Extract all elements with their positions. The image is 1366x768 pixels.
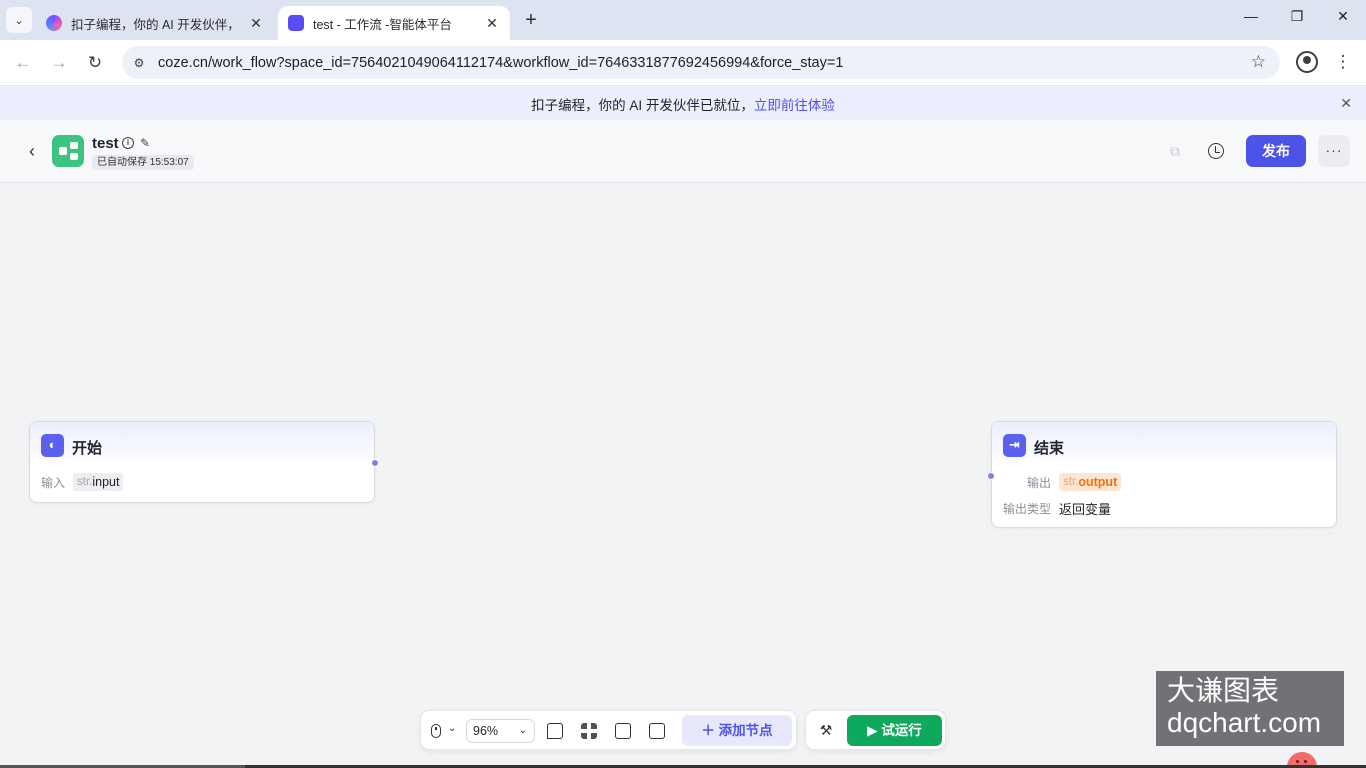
plus-icon: ＋ [701, 723, 719, 738]
image-icon[interactable] [615, 723, 631, 739]
profile-icon[interactable] [1296, 51, 1318, 73]
end-node-input-port[interactable] [987, 472, 995, 480]
end-node-title: 结束 [1034, 440, 1065, 457]
banner-link[interactable]: 立即前往体验 [754, 94, 835, 114]
start-node-title: 开始 [72, 440, 103, 457]
browser-menu-icon[interactable]: ⋮ [1334, 50, 1352, 74]
workflow-header: ‹ test i ✎ 已自动保存 15:53:07 ⧉ 发布 ··· [0, 120, 1366, 183]
tab-close-icon[interactable]: ✕ [248, 15, 264, 32]
start-node-icon: ◐ [41, 434, 64, 457]
browser-tab-workflow[interactable]: test - 工作流 -智能体平台 ✕ [278, 6, 510, 40]
forward-arrow-icon[interactable]: → [47, 51, 71, 75]
end-node[interactable]: ⇥ 结束 输出 str. output 输出类型 返回变量 [987, 421, 1337, 528]
more-options-button[interactable]: ··· [1318, 135, 1350, 167]
run-toolbar: ⚒ ▶ 试运行 [805, 710, 946, 750]
param-name: input [92, 475, 120, 489]
start-node-header: ◐ 开始 [30, 422, 374, 466]
back-arrow-icon[interactable]: ← [11, 51, 35, 75]
end-node-header: ⇥ 结束 [992, 422, 1336, 466]
minimize-button[interactable]: — [1236, 8, 1266, 24]
window-close-button[interactable]: ✕ [1328, 8, 1358, 25]
param-type: str. [77, 476, 93, 488]
address-bar[interactable]: ⚙ coze.cn/work_flow?space_id=75640210490… [122, 46, 1280, 79]
test-run-label: 试运行 [881, 723, 922, 738]
input-param-tag: str. input [73, 473, 124, 491]
banner-close-icon[interactable]: ✕ [1340, 95, 1352, 112]
tab-search-chevron-icon[interactable]: ⌄ [6, 7, 32, 33]
output-type-value: 返回变量 [1059, 502, 1112, 517]
edit-icon[interactable]: ✎ [140, 136, 150, 150]
play-icon: ▶ [867, 723, 882, 738]
end-node-icon: ⇥ [1003, 434, 1026, 457]
start-node-output-port[interactable] [371, 459, 379, 467]
start-node-input-row: 输入 str. input [41, 473, 124, 491]
tab-title: test - 工作流 -智能体平台 [313, 17, 452, 32]
watermark-line1: 大谦图表 [1167, 675, 1280, 706]
autosave-status: 已自动保存 15:53:07 [92, 155, 194, 170]
end-node-output-type-row: 输出类型 返回变量 [1003, 499, 1111, 518]
url-text[interactable]: coze.cn/work_flow?space_id=7564021049064… [158, 55, 843, 71]
new-tab-button[interactable]: + [520, 9, 542, 31]
copy-icon[interactable]: ⧉ [1166, 142, 1184, 160]
mouse-mode-icon[interactable] [431, 724, 441, 738]
bookmark-star-icon[interactable]: ☆ [1251, 52, 1266, 72]
watermark-line2: dqchart.com [1167, 707, 1322, 738]
workflow-favicon-icon [288, 15, 304, 31]
chevron-down-icon[interactable]: ⌄ [448, 723, 456, 734]
output-label: 输出 [1027, 475, 1052, 490]
banner-text: 扣子编程，你的 AI 开发伙伴已就位， [531, 97, 754, 113]
param-type: str. [1063, 476, 1079, 488]
browser-tabstrip: ⌄ 扣子编程，你的 AI 开发伙伴， ✕ test - 工作流 -智能体平台 ✕… [0, 0, 1366, 40]
minimap-icon[interactable] [649, 723, 665, 739]
publish-button[interactable]: 发布 [1246, 135, 1306, 167]
wrench-icon[interactable]: ⚒ [818, 722, 834, 738]
canvas-toolbar: ⌄ 96% ⌄ ＋ 添加节点 [420, 710, 797, 750]
chevron-down-icon: ⌄ [518, 725, 527, 736]
tab-close-icon[interactable]: ✕ [484, 15, 500, 32]
watermark: 大谦图表 dqchart.com [1156, 671, 1344, 746]
tab-title: 扣子编程，你的 AI 开发伙伴， [71, 17, 240, 32]
workflow-icon [52, 135, 84, 167]
coze-favicon-icon [46, 15, 62, 31]
auto-layout-icon[interactable] [581, 723, 597, 739]
reload-icon[interactable]: ↻ [83, 51, 107, 75]
zoom-value: 96% [473, 724, 499, 738]
test-run-button[interactable]: ▶ 试运行 [847, 715, 942, 746]
browser-toolbar: ← → ↻ ⚙ coze.cn/work_flow?space_id=75640… [0, 40, 1366, 86]
back-chevron-icon[interactable]: ‹ [22, 140, 42, 162]
history-icon[interactable] [1208, 143, 1224, 159]
output-param-tag: str. output [1059, 473, 1122, 491]
zoom-select[interactable]: 96% ⌄ [466, 719, 535, 743]
param-name: output [1078, 475, 1118, 489]
end-node-output-row: 输出 str. output [1027, 473, 1122, 491]
input-label: 输入 [41, 475, 66, 490]
add-node-label: 添加节点 [718, 723, 773, 738]
add-node-button[interactable]: ＋ 添加节点 [682, 715, 792, 746]
comment-icon[interactable] [547, 723, 563, 739]
notice-banner: 扣子编程，你的 AI 开发伙伴已就位， 立即前往体验 ✕ [0, 87, 1366, 120]
workflow-name: test [92, 135, 119, 152]
info-icon[interactable]: i [122, 137, 134, 149]
restore-button[interactable]: ❐ [1282, 8, 1312, 25]
site-settings-icon[interactable]: ⚙ [128, 52, 150, 74]
start-node[interactable]: ◐ 开始 输入 str. input [29, 421, 379, 503]
output-type-label: 输出类型 [1003, 502, 1052, 516]
browser-tab-coze-home[interactable]: 扣子编程，你的 AI 开发伙伴， ✕ [36, 6, 274, 40]
